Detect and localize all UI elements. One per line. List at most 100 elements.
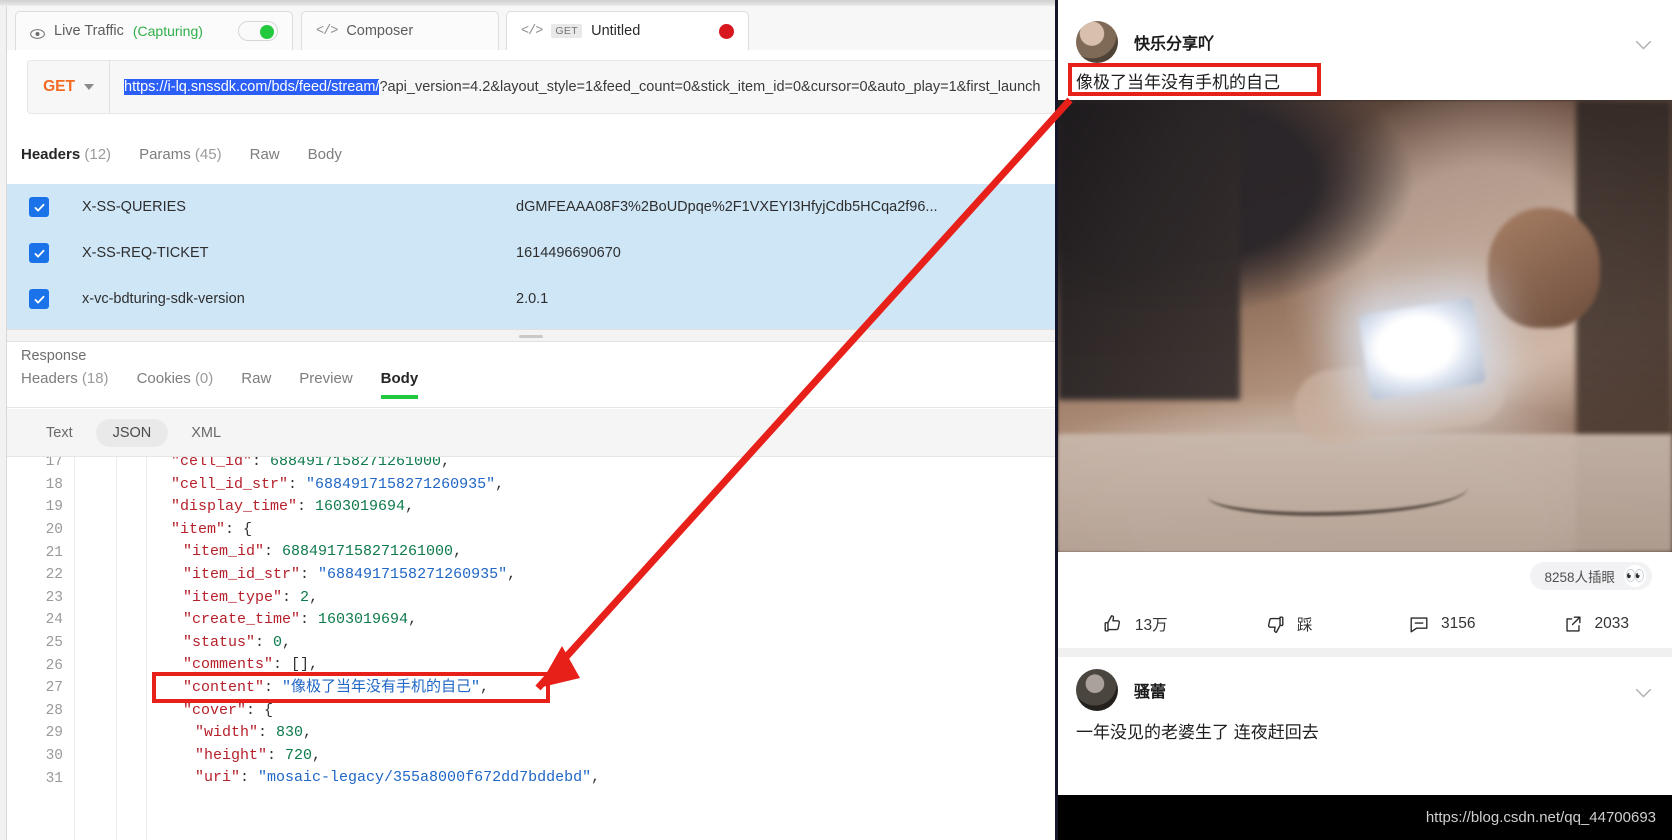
request-tab-params[interactable]: Params (45) [139,146,222,163]
format-json-button[interactable]: JSON [95,418,169,447]
code-icon: </> [521,23,543,39]
method-selector[interactable]: GET [28,61,110,113]
next-post-username: 骚蕾 [1134,684,1167,701]
line-number: 27 [45,680,63,697]
eyes-icon: 👀 [1624,565,1646,587]
eye-icon [30,26,45,39]
tab-method-badge: GET [551,24,583,38]
splitter-grip [519,335,543,338]
share-icon [1565,616,1581,632]
header-checkbox[interactable] [29,243,49,263]
share-button[interactable]: 2033 [1519,613,1672,635]
code-line-text: "cell_id_str": "6884917158271260935", [171,475,505,493]
code-line-text: "item_id": 6884917158271261000, [183,543,463,561]
request-tab-raw[interactable]: Raw [250,146,280,163]
avatar[interactable] [1076,21,1118,63]
response-tab-raw[interactable]: Raw [241,370,271,397]
next-post-title: 一年没见的老婆生了 连夜赶回去 [1076,723,1319,742]
code-line: 31 "uri": "mosaic-legacy/355a8000f672dd7b… [7,767,1055,790]
code-line: 30 "height": 720, [7,745,1055,768]
chevron-down-icon [83,84,94,90]
response-tab-headers[interactable]: Headers (18) [21,370,109,397]
post-video-thumbnail[interactable] [1058,100,1672,552]
tab-untitled[interactable]: </> GET Untitled [506,11,749,50]
format-xml-button[interactable]: XML [174,419,238,447]
line-number: 26 [45,657,63,674]
post-header: 快乐分享吖 [1058,14,1672,70]
code-line: 24 "create_time": 1603019694, [7,609,1055,632]
request-tab-body[interactable]: Body [308,146,342,163]
tab-composer[interactable]: </> Composer [301,11,499,50]
response-tab-preview[interactable]: Preview [299,370,352,397]
request-tab-bar: Headers (12) Params (45) Raw Body [7,124,1055,184]
code-line: 21 "item_id": 6884917158271261000, [7,541,1055,564]
response-tab-headers-count: (18) [81,370,109,387]
format-text-button[interactable]: Text [29,419,90,447]
json-response-viewer[interactable]: 17 "cell_id": 6884917158271261000, 18 "cell… [7,457,1055,840]
code-line: 17 "cell_id": 6884917158271261000, [7,457,1055,474]
avatar[interactable] [1076,669,1118,711]
line-number: 18 [45,476,63,493]
capture-toggle[interactable] [238,21,278,41]
code-line-text: "status": 0, [183,633,292,651]
tab-untitled-label: Untitled [591,23,641,39]
line-number: 20 [45,522,63,539]
code-line: 23 "item_type": 2, [7,587,1055,610]
header-checkbox[interactable] [29,289,49,309]
response-tab-cookies[interactable]: Cookies (0) [137,370,214,397]
comment-icon [1410,617,1428,633]
url-selected-text: https://i-lq.snssdk.com/bds/feed/stream/ [124,79,380,95]
header-name: X-SS-REQ-TICKET [82,245,209,261]
url-input[interactable]: https://i-lq.snssdk.com/bds/feed/stream/… [110,61,1055,113]
code-line: 18 "cell_id_str": "6884917158271260935", [7,474,1055,497]
video-bright-screen [1357,297,1487,401]
code-line: 19 "display_time": 1603019694, [7,496,1055,519]
watermark-url: https://blog.csdn.net/qq_44700693 [1425,809,1656,826]
watch-count-badge[interactable]: 8258人插眼 👀 [1530,562,1652,590]
panel-splitter[interactable] [7,329,1055,342]
video-shadow-left [1058,100,1240,400]
code-line-text: "item_type": 2, [183,588,319,606]
line-number: 31 [45,770,63,787]
code-line-text: "create_time": 1603019694, [183,611,418,629]
table-row[interactable]: x-vc-bdturing-sdk-version 2.0.1 [7,276,1055,322]
response-format-bar: Text JSON XML [7,409,1055,457]
line-number: 23 [45,589,63,606]
response-tab-cookies-count: (0) [194,370,214,387]
code-line: 29 "width": 830, [7,722,1055,745]
header-name: x-vc-bdturing-sdk-version [82,291,245,307]
header-value: 2.0.1 [516,291,549,307]
chevron-down-icon[interactable] [1635,685,1652,698]
comment-button[interactable]: 3156 [1365,613,1519,635]
request-tab-headers[interactable]: Headers (12) [21,146,111,163]
thumbs-up-icon [1104,615,1120,632]
dislike-label: 踩 [1296,617,1313,634]
response-section-label: Response [21,348,87,364]
line-number: 21 [45,544,63,561]
record-dot-icon[interactable] [719,23,734,39]
header-value: 1614496690670 [516,245,621,261]
request-tab-headers-count: (12) [84,145,112,163]
mobile-feed-panel: 快乐分享吖 像极了当年没有手机的自己 8258人插眼 👀 13万 踩 3156 … [1058,0,1672,840]
table-row[interactable]: X-SS-REQ-TICKET 1614496690670 [7,230,1055,276]
like-button[interactable]: 13万 [1058,613,1212,635]
response-tab-headers-label: Headers [21,370,78,387]
table-row[interactable]: X-SS-QUERIES dGMFEAAA08F3%2BoUDpqe%2F1VX… [7,184,1055,230]
request-tab-headers-label: Headers [21,145,81,163]
like-count: 13万 [1134,617,1168,634]
chevron-down-icon[interactable] [1635,37,1652,50]
request-tab-params-label: Params [139,145,191,163]
url-bar[interactable]: GET https://i-lq.snssdk.com/bds/feed/str… [27,60,1055,114]
header-checkbox[interactable] [29,197,49,217]
line-number: 19 [45,499,63,516]
code-icon: </> [316,23,338,39]
code-line: 25 "status": 0, [7,632,1055,655]
response-tab-body[interactable]: Body [380,370,418,399]
line-number: 22 [45,567,63,584]
dislike-button[interactable]: 踩 [1212,613,1366,635]
post-action-bar: 13万 踩 3156 2033 [1058,600,1672,648]
request-tab-params-count: (45) [194,145,222,163]
post-username: 快乐分享吖 [1134,36,1215,53]
tab-composer-label: Composer [346,23,414,39]
tab-live-traffic[interactable]: Live Traffic (Capturing) [15,11,293,50]
